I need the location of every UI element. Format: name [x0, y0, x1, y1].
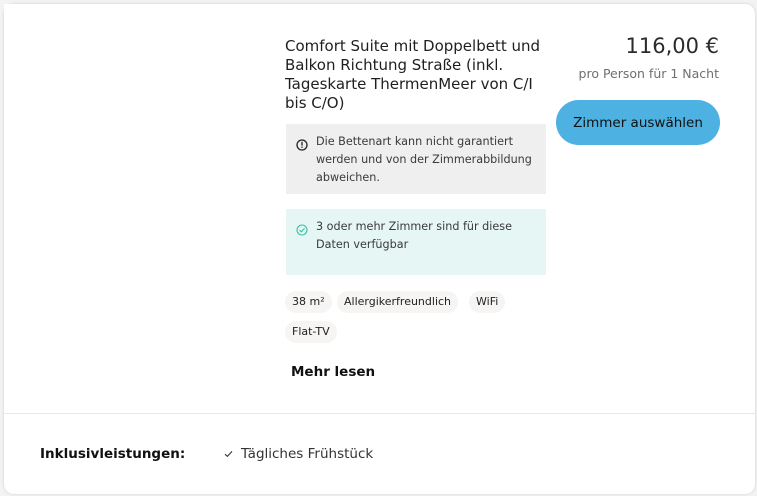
- bed-type-notice: Die Bettenart kann nicht garantiert werd…: [286, 124, 546, 194]
- feature-chip-wifi: WiFi: [469, 291, 506, 313]
- read-more-link[interactable]: Mehr lesen: [291, 364, 375, 380]
- feature-chip-size: 38 m²: [285, 291, 332, 313]
- select-room-button[interactable]: Zimmer auswählen: [556, 100, 720, 145]
- check-circle-icon: [296, 221, 308, 275]
- feature-chip-tv: Flat-TV: [285, 321, 337, 343]
- room-price: 116,00 €: [625, 34, 719, 58]
- bed-type-notice-text: Die Bettenart kann nicht garantiert werd…: [316, 135, 532, 184]
- image-area: [4, 4, 266, 194]
- availability-notice-text: 3 oder mehr Zimmer sind für diese Daten …: [316, 220, 512, 251]
- inclusions-label: Inklusivleistungen:: [40, 446, 186, 462]
- checkmark-icon: [224, 446, 233, 462]
- info-circle-icon: [296, 136, 308, 194]
- inclusion-item-label: Tägliches Frühstück: [241, 446, 374, 462]
- inclusion-item: Tägliches Frühstück: [224, 446, 373, 462]
- room-title: Comfort Suite mit Doppelbett und Balkon …: [285, 37, 541, 112]
- price-subtitle: pro Person für 1 Nacht: [578, 66, 719, 81]
- section-divider: [4, 413, 755, 414]
- availability-notice: 3 oder mehr Zimmer sind für diese Daten …: [286, 209, 546, 275]
- feature-chip-allergy: Allergikerfreundlich: [337, 291, 459, 313]
